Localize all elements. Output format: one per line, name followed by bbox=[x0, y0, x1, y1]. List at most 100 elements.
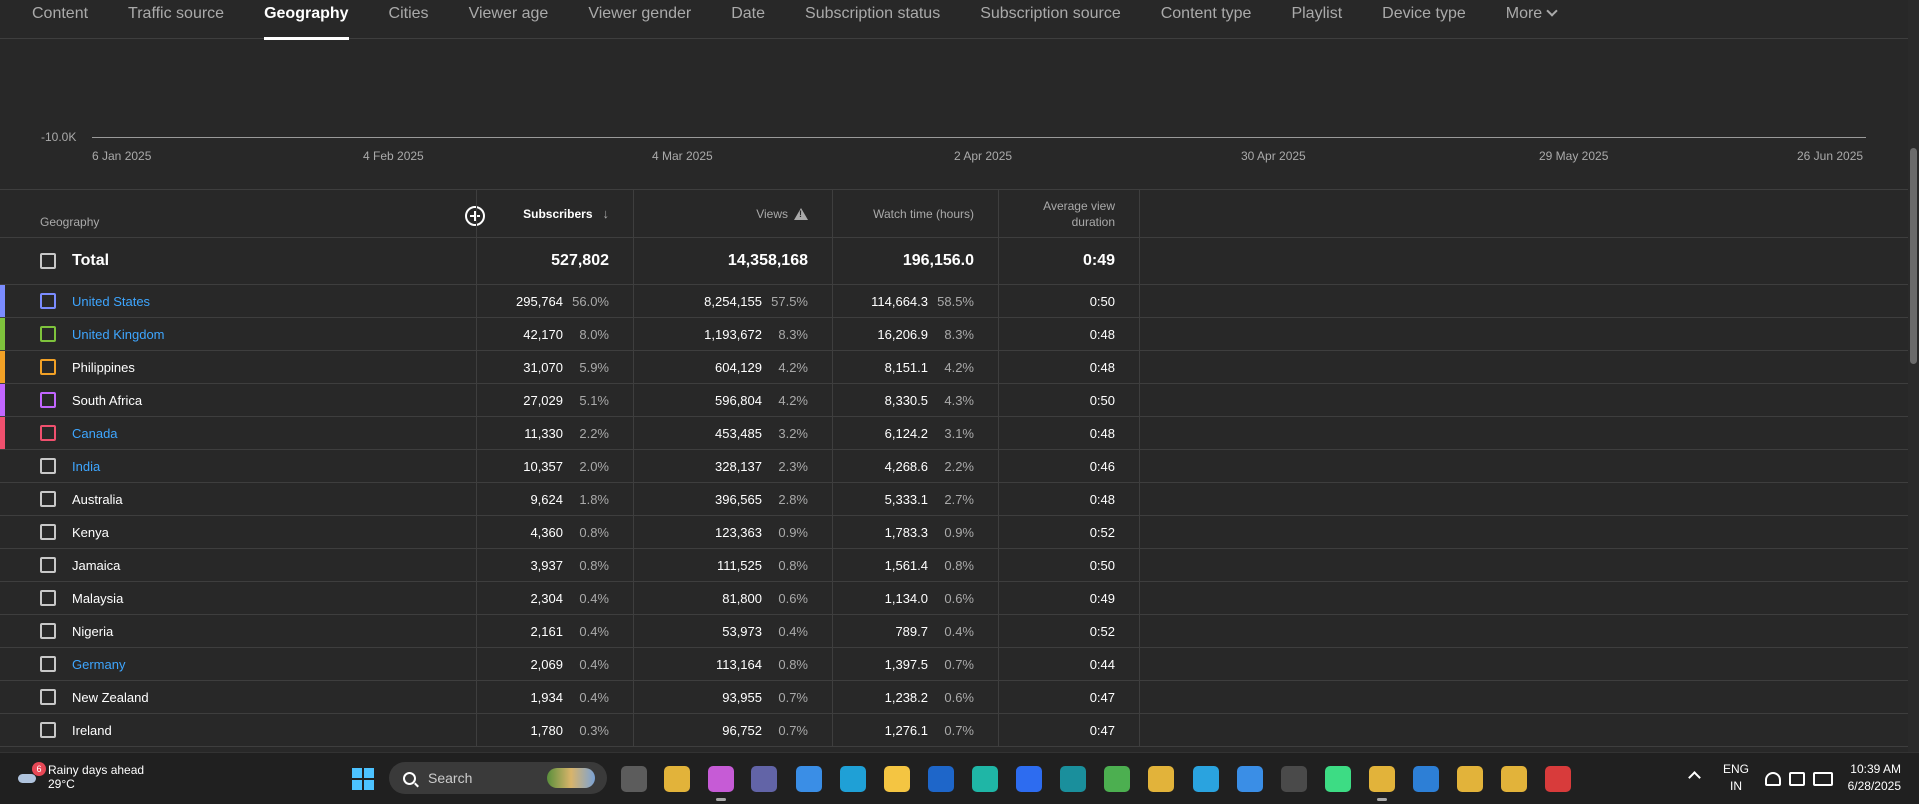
table-row[interactable]: Malaysia 2,304 0.4% 81,800 0.6% 1,134.0 0.6% 0:… bbox=[0, 582, 1908, 615]
telegram-icon[interactable] bbox=[1193, 766, 1219, 792]
battery-icon[interactable] bbox=[1813, 772, 1833, 786]
country-name[interactable]: United States bbox=[72, 294, 150, 309]
chrome-youtube-icon[interactable] bbox=[1369, 766, 1395, 801]
file-explorer-icon[interactable] bbox=[884, 766, 910, 792]
row-checkbox[interactable] bbox=[40, 524, 56, 540]
snipping-tool-icon[interactable] bbox=[1545, 766, 1571, 792]
row-checkbox[interactable] bbox=[40, 656, 56, 672]
android-studio-icon[interactable] bbox=[1325, 766, 1351, 792]
chrome-profile-r-icon[interactable] bbox=[1148, 766, 1174, 792]
scrollbar-thumb[interactable] bbox=[1910, 148, 1917, 364]
row-checkbox[interactable] bbox=[40, 392, 56, 408]
row-checkbox[interactable] bbox=[40, 689, 56, 705]
country-name: Philippines bbox=[72, 359, 135, 375]
geo-cell: Kenya bbox=[40, 516, 476, 548]
weather-badge: 6 bbox=[32, 762, 46, 776]
tab-viewer-gender[interactable]: Viewer gender bbox=[588, 0, 691, 39]
language-indicator[interactable]: ENG IN bbox=[1723, 761, 1749, 795]
remote-desktop-icon[interactable] bbox=[1413, 766, 1439, 792]
warning-icon[interactable] bbox=[794, 207, 808, 220]
tab-device-type[interactable]: Device type bbox=[1382, 0, 1466, 39]
avg-duration-value: 0:47 bbox=[1089, 722, 1115, 738]
subscribers-pct: 2.0% bbox=[579, 458, 609, 474]
total-checkbox[interactable] bbox=[40, 253, 56, 269]
store-icon[interactable] bbox=[796, 766, 822, 792]
table-row[interactable]: Ireland 1,780 0.3% 96,752 0.7% 1,276.1 0.7% 0:4… bbox=[0, 714, 1908, 747]
volume-icon[interactable] bbox=[1789, 772, 1805, 786]
table-row[interactable]: New Zealand 1,934 0.4% 93,955 0.7% 1,238.2 0.6… bbox=[0, 681, 1908, 714]
row-checkbox[interactable] bbox=[40, 458, 56, 474]
header-views[interactable]: Views bbox=[633, 190, 832, 237]
tab-subscription-status[interactable]: Subscription status bbox=[805, 0, 940, 39]
tray-chevron-icon[interactable] bbox=[1688, 771, 1701, 784]
tab-more[interactable]: More bbox=[1506, 0, 1558, 39]
watch-time-pct: 2.2% bbox=[944, 458, 974, 474]
table-row[interactable]: Canada 11,330 2.2% 453,485 3.2% 6,124.2 3.1% 0:… bbox=[0, 417, 1908, 450]
table-row[interactable]: Philippines 31,070 5.9% 604,129 4.2% 8,151.1 4… bbox=[0, 351, 1908, 384]
sway-icon[interactable] bbox=[1060, 766, 1086, 792]
tab-content[interactable]: Content bbox=[32, 0, 88, 39]
tab-geography[interactable]: Geography bbox=[264, 0, 350, 40]
teams-icon[interactable] bbox=[751, 766, 777, 792]
table-row[interactable]: Germany 2,069 0.4% 113,164 0.8% 1,397.5 0.7% 0:… bbox=[0, 648, 1908, 681]
header-subscribers[interactable]: Subscribers ↓ bbox=[476, 190, 633, 237]
table-row[interactable]: Jamaica 3,937 0.8% 111,525 0.8% 1,561.4 0.8% 0:… bbox=[0, 549, 1908, 582]
table-row[interactable]: India 10,357 2.0% 328,137 2.3% 4,268.6 2.2% 0:4… bbox=[0, 450, 1908, 483]
header-avg-view-duration[interactable]: Average view duration bbox=[998, 190, 1140, 237]
tab-cities[interactable]: Cities bbox=[389, 0, 429, 39]
watch-time-pct: 0.6% bbox=[944, 590, 974, 606]
clock[interactable]: 10:39 AM 6/28/2025 bbox=[1848, 761, 1901, 795]
row-checkbox[interactable] bbox=[40, 590, 56, 606]
row-checkbox[interactable] bbox=[40, 491, 56, 507]
task-view-icon[interactable] bbox=[621, 766, 647, 792]
country-name[interactable]: Germany bbox=[72, 657, 125, 672]
row-checkbox[interactable] bbox=[40, 293, 56, 309]
network-globe-icon[interactable] bbox=[1104, 766, 1130, 792]
country-name[interactable]: United Kingdom bbox=[72, 327, 165, 342]
row-checkbox[interactable] bbox=[40, 425, 56, 441]
pcloud-icon[interactable] bbox=[972, 766, 998, 792]
tab-date[interactable]: Date bbox=[731, 0, 765, 39]
obs-icon[interactable] bbox=[1281, 766, 1307, 792]
weather-widget[interactable]: 6 Rainy days ahead 29°C bbox=[18, 762, 144, 791]
tab-traffic-source[interactable]: Traffic source bbox=[128, 0, 224, 39]
geo-cell: Nigeria bbox=[40, 615, 476, 647]
header-geography[interactable]: Geography bbox=[40, 190, 476, 237]
watch-time-value: 1,134.0 bbox=[884, 590, 928, 606]
table-row[interactable]: United Kingdom 42,170 8.0% 1,193,672 8.3% 16,… bbox=[0, 318, 1908, 351]
avg-duration-value: 0:48 bbox=[1089, 326, 1115, 342]
wifi-icon[interactable] bbox=[1765, 772, 1781, 786]
tab-playlist[interactable]: Playlist bbox=[1291, 0, 1342, 39]
edge-icon[interactable] bbox=[840, 766, 866, 792]
country-name[interactable]: Canada bbox=[72, 426, 118, 441]
row-checkbox[interactable] bbox=[40, 359, 56, 375]
outlook-icon[interactable] bbox=[928, 766, 954, 792]
windows-start-icon[interactable] bbox=[352, 768, 374, 790]
chrome-profile-n-icon[interactable] bbox=[1501, 766, 1527, 792]
table-row[interactable]: Nigeria 2,161 0.4% 53,973 0.4% 789.7 0.4% 0:52 bbox=[0, 615, 1908, 648]
photos-icon[interactable] bbox=[1237, 766, 1263, 792]
copilot-icon[interactable] bbox=[708, 766, 734, 801]
row-checkbox[interactable] bbox=[40, 326, 56, 342]
header-watch-time[interactable]: Watch time (hours) bbox=[832, 190, 998, 237]
row-checkbox[interactable] bbox=[40, 623, 56, 639]
watch-time-cell: 1,238.2 0.6% bbox=[832, 681, 998, 713]
row-checkbox[interactable] bbox=[40, 557, 56, 573]
avg-duration-cell: 0:47 bbox=[998, 681, 1140, 713]
chrome-profile-fw-icon[interactable] bbox=[1457, 766, 1483, 792]
table-row[interactable]: Kenya 4,360 0.8% 123,363 0.9% 1,783.3 0.9% 0:52 bbox=[0, 516, 1908, 549]
table-row[interactable]: Australia 9,624 1.8% 396,565 2.8% 5,333.1 2.7%… bbox=[0, 483, 1908, 516]
zoom-icon[interactable] bbox=[1016, 766, 1042, 792]
table-row[interactable]: South Africa 27,029 5.1% 596,804 4.2% 8,330.5… bbox=[0, 384, 1908, 417]
taskbar-search[interactable]: Search bbox=[389, 762, 607, 794]
table-row[interactable]: United States 295,764 56.0% 8,254,155 57.5% 1… bbox=[0, 285, 1908, 318]
tab-content-type[interactable]: Content type bbox=[1161, 0, 1252, 39]
subscribers-cell: 2,069 0.4% bbox=[476, 648, 633, 680]
chrome-icon[interactable] bbox=[664, 766, 690, 792]
page-scrollbar[interactable] bbox=[1908, 0, 1919, 752]
tab-subscription-source[interactable]: Subscription source bbox=[980, 0, 1121, 39]
watch-time-pct: 0.7% bbox=[944, 722, 974, 738]
tab-viewer-age[interactable]: Viewer age bbox=[469, 0, 549, 39]
row-checkbox[interactable] bbox=[40, 722, 56, 738]
country-name[interactable]: India bbox=[72, 459, 100, 474]
